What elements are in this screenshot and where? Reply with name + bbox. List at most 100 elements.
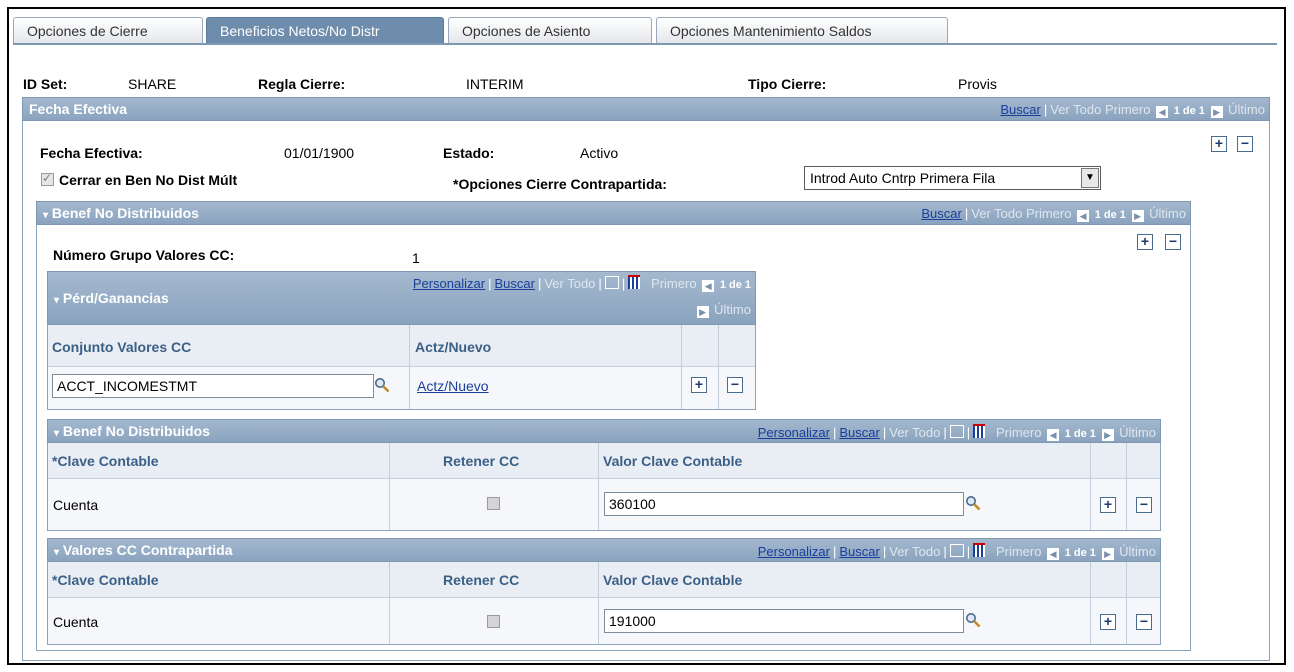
primero-label: Primero xyxy=(1104,102,1151,117)
prev-arrow-icon[interactable]: ◀ xyxy=(702,280,715,292)
estado-label: Estado: xyxy=(443,145,495,161)
collapse-icon[interactable]: ▾ xyxy=(43,210,48,221)
fecha-efectiva-header: Fecha Efectiva Buscar | Ver Todo Primero ◀… xyxy=(22,97,1270,121)
add-row-button[interactable]: + xyxy=(691,377,707,393)
offset-options-select[interactable]: Introd Auto Cntrp Primera Fila ▼ xyxy=(804,166,1101,190)
tab-underline xyxy=(13,43,1277,45)
add-row-button[interactable]: + xyxy=(1211,136,1227,152)
type-label: Tipo Cierre: xyxy=(748,76,827,92)
spreadsheet-icon[interactable] xyxy=(973,424,986,438)
delete-row-button[interactable]: − xyxy=(1165,234,1181,250)
chevron-down-icon[interactable]: ▼ xyxy=(1081,168,1099,188)
retain-checkbox[interactable] xyxy=(487,615,500,628)
personalizar-link[interactable]: Personalizar xyxy=(758,544,830,559)
prev-arrow-icon[interactable]: ◀ xyxy=(1156,106,1169,118)
ultimo-label: Último xyxy=(1228,102,1265,117)
ultimo-label: Último xyxy=(714,302,751,317)
offset-options-value: Introd Auto Cntrp Primera Fila xyxy=(810,170,996,186)
primero-label: Primero xyxy=(1025,206,1072,221)
buscar-link[interactable]: Buscar xyxy=(1000,102,1040,117)
setid-label: ID Set: xyxy=(23,76,68,92)
buscar-link[interactable]: Buscar xyxy=(839,544,879,559)
new-window-icon[interactable] xyxy=(949,544,964,557)
collapse-icon[interactable]: ▾ xyxy=(54,295,59,306)
offset-grid-header: ▾ Valores CC Contrapartida Personalizar |… xyxy=(47,538,1161,562)
update-new-link[interactable]: Actz/Nuevo xyxy=(417,378,489,394)
benef-no-dist-header: ▾ Benef No Distribuidos Buscar | Ver Todo … xyxy=(36,201,1191,225)
ver-todo-link: Ver Todo xyxy=(889,544,941,559)
perd-ganancias-col-header: Conjunto Valores CC Actz/Nuevo xyxy=(48,325,755,367)
tab-opciones-mantenimiento[interactable]: Opciones Mantenimiento Saldos xyxy=(656,17,948,44)
ultimo-label: Último xyxy=(1119,544,1156,559)
buscar-link[interactable]: Buscar xyxy=(494,276,534,291)
buscar-link[interactable]: Buscar xyxy=(839,425,879,440)
col-key-header: *Clave Contable xyxy=(52,572,159,588)
estado-value: Activo xyxy=(580,145,619,161)
row-count: 1 de 1 xyxy=(1173,105,1205,117)
col-update-header: Actz/Nuevo xyxy=(415,339,492,355)
benef-grid-col-header: *Clave Contable Retener CC Valor Clave C… xyxy=(48,443,1160,479)
col-key-header: *Clave Contable xyxy=(52,453,159,469)
next-arrow-icon[interactable]: ▶ xyxy=(1101,548,1114,560)
search-icon[interactable] xyxy=(965,495,981,511)
delete-row-button[interactable]: − xyxy=(1237,136,1253,152)
key-value-input[interactable]: 191000 xyxy=(604,609,964,633)
buscar-link[interactable]: Buscar xyxy=(921,206,961,221)
primero-label: Primero xyxy=(995,544,1042,559)
spreadsheet-icon[interactable] xyxy=(973,543,986,557)
tab-beneficios-netos[interactable]: Beneficios Netos/No Distr xyxy=(206,17,444,44)
delete-row-button[interactable]: − xyxy=(727,377,743,393)
spreadsheet-icon[interactable] xyxy=(628,275,641,289)
benef-no-dist-nav: Buscar | Ver Todo Primero ◀ 1 de 1 ▶ Últim… xyxy=(921,206,1186,222)
add-row-button[interactable]: + xyxy=(1100,614,1116,630)
multi-checkbox[interactable]: ✓ xyxy=(41,171,54,186)
ver-todo-link: Ver Todo xyxy=(1050,102,1102,117)
prev-arrow-icon[interactable]: ◀ xyxy=(1047,548,1060,560)
benef-no-dist-title: Benef No Distribuidos xyxy=(51,205,199,221)
multi-label: Cerrar en Ben No Dist Múlt xyxy=(59,172,238,188)
prev-arrow-icon[interactable]: ◀ xyxy=(1047,429,1060,441)
offset-options-label: *Opciones Cierre Contrapartida: xyxy=(453,176,667,192)
value-set-input[interactable]: ACCT_INCOMESTMT xyxy=(52,374,374,398)
add-row-button[interactable]: + xyxy=(1137,234,1153,250)
new-window-icon[interactable] xyxy=(949,425,964,438)
add-row-button[interactable]: + xyxy=(1100,497,1116,513)
search-icon[interactable] xyxy=(374,377,390,393)
row-count: 1 de 1 xyxy=(1064,428,1096,440)
search-icon[interactable] xyxy=(965,612,981,628)
primero-label: Primero xyxy=(995,425,1042,440)
delete-row-button[interactable]: − xyxy=(1136,614,1152,630)
fecha-efectiva-title: Fecha Efectiva xyxy=(29,101,128,117)
tab-opciones-asiento[interactable]: Opciones de Asiento xyxy=(448,17,652,44)
personalizar-link[interactable]: Personalizar xyxy=(413,276,485,291)
personalizar-link[interactable]: Personalizar xyxy=(758,425,830,440)
setid-value: SHARE xyxy=(128,76,177,92)
next-arrow-icon[interactable]: ▶ xyxy=(696,306,709,318)
next-arrow-icon[interactable]: ▶ xyxy=(1101,429,1114,441)
retain-checkbox[interactable] xyxy=(487,497,500,510)
account-key: Cuenta xyxy=(53,497,99,513)
offset-grid-title: Valores CC Contrapartida xyxy=(62,542,233,558)
ver-todo-link: Ver Todo xyxy=(889,425,941,440)
offset-grid-col-header: *Clave Contable Retener CC Valor Clave C… xyxy=(48,562,1160,598)
rule-value: INTERIM xyxy=(466,76,524,92)
benef-grid-header: ▾ Benef No Distribuidos Personalizar | Bus… xyxy=(47,419,1161,443)
next-arrow-icon[interactable]: ▶ xyxy=(1131,210,1144,222)
prev-arrow-icon[interactable]: ◀ xyxy=(1077,210,1090,222)
rule-label: Regla Cierre: xyxy=(258,76,346,92)
group-number-value: 1 xyxy=(412,250,420,266)
new-window-icon[interactable] xyxy=(604,276,619,289)
perd-ganancias-header: ▾ Pérd/Ganancias Personalizar | Buscar | Ver… xyxy=(47,271,756,325)
next-arrow-icon[interactable]: ▶ xyxy=(1210,106,1223,118)
collapse-icon[interactable]: ▾ xyxy=(54,547,59,558)
group-number-label: Número Grupo Valores CC: xyxy=(53,247,235,263)
col-value-header: Valor Clave Contable xyxy=(603,572,743,588)
col-value-header: Valor Clave Contable xyxy=(603,453,743,469)
collapse-icon[interactable]: ▾ xyxy=(54,428,59,439)
ver-todo-link: Ver Todo xyxy=(971,206,1023,221)
type-value: Provis xyxy=(958,76,997,92)
benef-grid-title: Benef No Distribuidos xyxy=(62,423,210,439)
delete-row-button[interactable]: − xyxy=(1136,497,1152,513)
key-value-input[interactable]: 360100 xyxy=(604,492,964,516)
tab-opciones-cierre[interactable]: Opciones de Cierre xyxy=(13,17,203,44)
